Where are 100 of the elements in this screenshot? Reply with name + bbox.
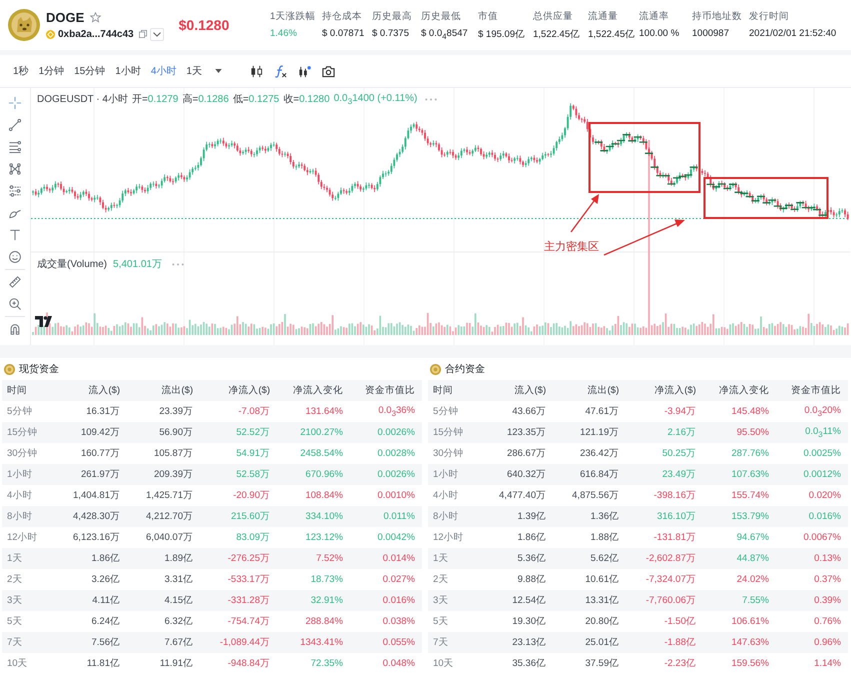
- caret-icon: [214, 69, 222, 73]
- table-cell-text: 6.24亿: [90, 615, 120, 628]
- coin-logo-icon: [8, 9, 40, 41]
- table-cell-text: 1.88亿: [590, 531, 619, 544]
- interval-tab[interactable]: 15分钟: [69, 64, 110, 78]
- table-cell-text: 4小时: [433, 489, 460, 502]
- table-cell-text: 7天: [7, 636, 24, 649]
- table-cell-text: 0.048%: [382, 658, 415, 669]
- table-cell-text: 32.91%: [310, 595, 343, 606]
- table-cell-text: 0.37%: [813, 574, 841, 585]
- interval-tab[interactable]: 1分钟: [34, 64, 70, 78]
- table-cell-text: 43.66万: [511, 405, 546, 418]
- table-cell-text: 0.0$_{3}$20%: [803, 405, 841, 418]
- volume-value: 5,401.01万: [113, 258, 162, 271]
- chain-badge-icon: [46, 30, 55, 38]
- sliders-icon[interactable]: [9, 185, 21, 197]
- section-title: 现货资金: [19, 363, 59, 376]
- interval-tab[interactable]: 4小时: [146, 64, 182, 78]
- table-cell-text: 121.19万: [578, 426, 619, 439]
- table-cell-text: 0.0012%: [802, 469, 841, 480]
- stat-value: 1000987: [692, 28, 730, 38]
- table-cell-text: 288.84%: [304, 616, 343, 627]
- table-cell-text: 109.42万: [80, 426, 120, 439]
- star-icon[interactable]: [90, 12, 102, 22]
- table-cell-text: 0.0067%: [802, 532, 841, 543]
- smiley-icon[interactable]: [9, 251, 21, 263]
- table-cell-text: 4.15亿: [164, 594, 193, 607]
- table-cell-text: -7.08万: [237, 405, 270, 418]
- stat-value: 100.00 %: [639, 28, 680, 38]
- table-cell-text: -7,760.06万: [644, 594, 696, 607]
- table-cell-text: 1小时: [433, 468, 460, 481]
- ruler-icon[interactable]: [9, 276, 21, 288]
- table-cell-text: 670.96%: [304, 469, 343, 480]
- table-cell-text: -1.88亿: [663, 636, 696, 649]
- volume-label: 成交量(Volume): [37, 258, 108, 271]
- stat-label: 流通量: [588, 10, 619, 22]
- stat-label: 持仓成本: [322, 10, 363, 22]
- copy-icon[interactable]: [138, 30, 147, 38]
- table-cell-text: 1,404.81万: [72, 489, 120, 502]
- table-cell-text: 4,875.56万: [571, 489, 619, 502]
- zoom-in-icon[interactable]: [9, 298, 21, 310]
- stat-label: 历史最低: [421, 10, 462, 22]
- table-cell-text: 0.0010%: [376, 490, 415, 501]
- trend-line-icon[interactable]: [9, 119, 21, 131]
- table-cell-text: 1.86亿: [90, 552, 120, 565]
- table-cell-text: -398.16万: [652, 489, 696, 502]
- column-header: 净流入变化: [292, 384, 343, 397]
- table-cell-text: -533.17万: [226, 573, 270, 586]
- column-header: 流出($): [586, 384, 619, 397]
- interval-tab[interactable]: 1秒: [8, 64, 34, 78]
- table-cell-text: 3天: [433, 594, 450, 607]
- table-cell-text: 8小时: [433, 510, 460, 523]
- table-cell-text: 2.16万: [666, 426, 696, 439]
- interval-tab[interactable]: 1天: [181, 64, 207, 78]
- table-cell-text: 47.61万: [584, 405, 619, 418]
- table-cell-text: 15分钟: [7, 426, 39, 439]
- table-cell-text: 286.67万: [506, 447, 546, 460]
- arrow: [570, 194, 599, 232]
- table-cell-text: 1小时: [7, 468, 34, 481]
- interval-tab[interactable]: 1小时: [110, 64, 146, 78]
- camera-icon[interactable]: [322, 64, 335, 78]
- table-cell-text: 0.038%: [382, 616, 415, 627]
- text-tool-icon[interactable]: [9, 229, 21, 241]
- table-cell-text: 35.36亿: [511, 657, 546, 670]
- table-cell-text: 215.60万: [230, 510, 270, 523]
- table-cell-text: -7,324.07万: [644, 573, 696, 586]
- table-cell-text: 1.89亿: [164, 552, 193, 565]
- table-cell-text: 0.016%: [382, 595, 415, 606]
- stat-label: 1天涨跌幅: [270, 10, 316, 22]
- indicator-icon[interactable]: [298, 64, 311, 78]
- table-cell-text: 0.016%: [808, 511, 841, 522]
- dropdown-button[interactable]: [150, 28, 164, 40]
- candlestick-icon[interactable]: [250, 64, 263, 78]
- stat-value: 1.46%: [270, 28, 298, 38]
- table-cell-text: 5.36亿: [516, 552, 546, 565]
- table-cell-text: 0.0$_{3}$11%: [804, 426, 841, 439]
- table-cell-text: 72.35%: [310, 658, 343, 669]
- table-cell-text: 83.09万: [235, 531, 270, 544]
- stat-value: 1,522.45亿: [588, 28, 636, 40]
- pattern-nodes-icon[interactable]: [9, 163, 21, 175]
- table-cell-text: 11.81亿: [86, 657, 120, 670]
- brush-icon[interactable]: [9, 207, 21, 219]
- column-header: 资金市值比: [364, 384, 415, 397]
- column-header: 净流入($): [653, 384, 696, 397]
- price-change: 0.0$_{3}$1400 (+0.11%): [334, 92, 418, 106]
- table-cell-text: 5天: [433, 615, 450, 628]
- table-cell-text: 4小时: [7, 489, 34, 502]
- stat-value: $ 195.09亿: [478, 28, 526, 40]
- table-cell-text: 4.11亿: [91, 594, 120, 607]
- table-cell-text: 23.13亿: [511, 636, 546, 649]
- table-cell-text: 4,428.30万: [72, 510, 120, 523]
- function-icon[interactable]: [274, 64, 287, 78]
- table-cell-text: 0.0025%: [802, 448, 841, 459]
- table-cell-text: 8小时: [7, 510, 34, 523]
- parallel-lines-icon[interactable]: [9, 141, 21, 153]
- table-cell-text: 7.67亿: [164, 636, 193, 649]
- magnet-icon[interactable]: [9, 323, 21, 335]
- coin-price: $0.1280: [178, 17, 230, 33]
- table-cell-text: 0.0028%: [376, 448, 415, 459]
- stat-label: 流通率: [639, 10, 670, 22]
